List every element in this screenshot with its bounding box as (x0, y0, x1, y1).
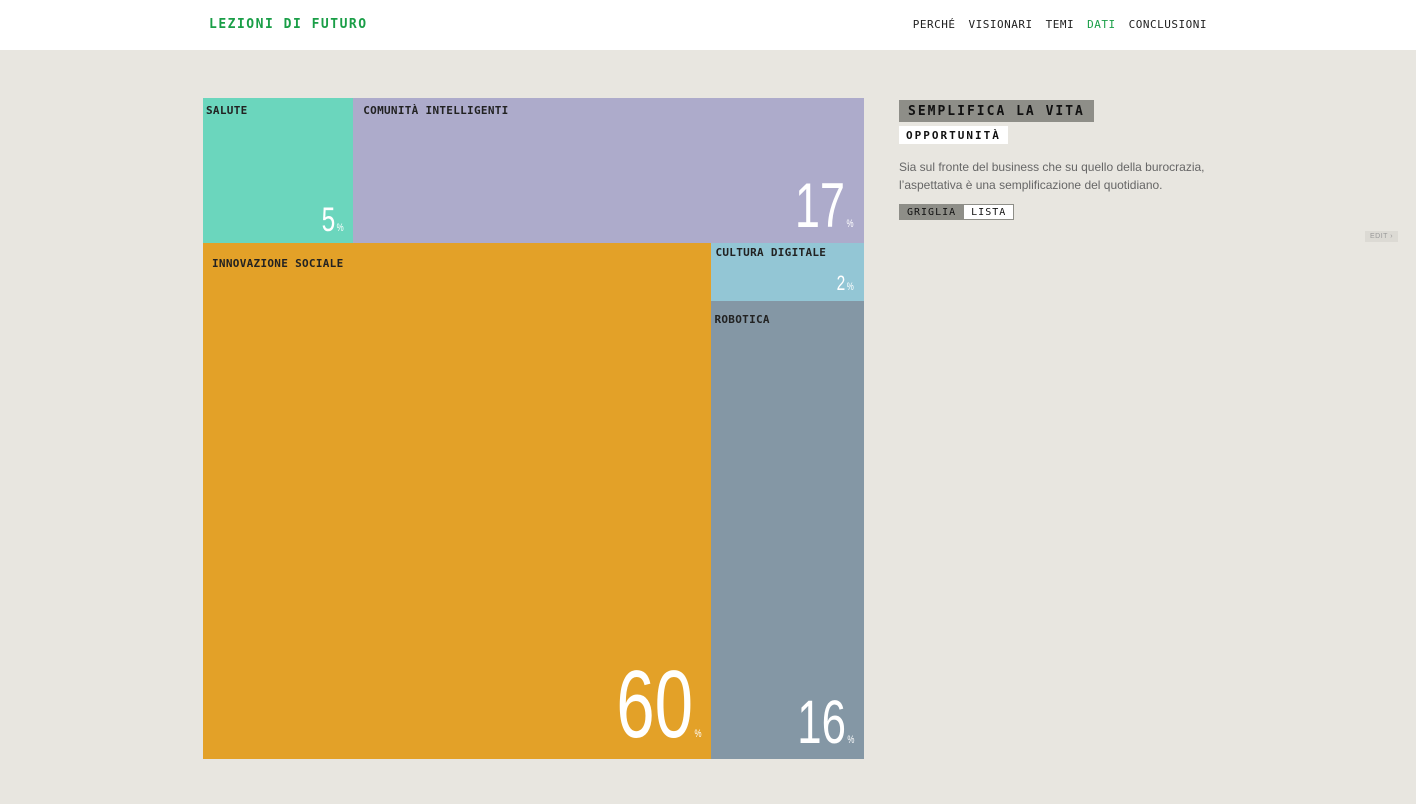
cell-value-number: 17 (795, 170, 846, 241)
cell-value-unit: % (694, 727, 702, 740)
list-view-button[interactable]: LISTA (964, 204, 1015, 220)
topic-panel: SEMPLIFICA LA VITA OPPORTUNITÀ Sia sul f… (899, 100, 1219, 220)
cell-value-number: 2 (836, 271, 846, 296)
treemap-chart: SALUTE 5% COMUNITÀ INTELLIGENTI 17% INNO… (203, 98, 864, 759)
main-nav: PERCHÉ VISIONARI TEMI DATI CONCLUSIONI (913, 18, 1207, 31)
treemap-cell-innovazione-sociale[interactable]: INNOVAZIONE SOCIALE 60% (203, 243, 712, 759)
cell-label: CULTURA DIGITALE (715, 246, 827, 260)
cell-value-number: 16 (796, 688, 846, 757)
nav-item-perche[interactable]: PERCHÉ (913, 18, 956, 31)
topic-title: SEMPLIFICA LA VITA (899, 100, 1094, 122)
nav-item-dati[interactable]: DATI (1087, 18, 1116, 31)
treemap-cell-robotica[interactable]: ROBOTICA 16% (711, 300, 864, 759)
cell-value: 2% (836, 271, 854, 296)
cell-value: 16% (797, 692, 854, 753)
nav-item-visionari[interactable]: VISIONARI (969, 18, 1033, 31)
cell-value-number: 5 (321, 201, 335, 240)
cell-value-unit: % (846, 281, 854, 294)
cell-label: COMUNITÀ INTELLIGENTI (363, 104, 509, 117)
treemap-cell-comunita-intelligenti[interactable]: COMUNITÀ INTELLIGENTI 17% (353, 98, 864, 244)
topic-subtitle: OPPORTUNITÀ (899, 126, 1008, 144)
cell-value-unit: % (846, 217, 854, 230)
cell-value: 5% (321, 203, 343, 237)
cell-value-unit: % (336, 222, 344, 235)
treemap-cell-salute[interactable]: SALUTE 5% (203, 98, 354, 244)
top-bar: LEZIONI DI FUTURO PERCHÉ VISIONARI TEMI … (0, 0, 1416, 50)
cell-value: 60% (616, 656, 702, 753)
cell-label: ROBOTICA (714, 312, 770, 326)
cell-value-unit: % (846, 734, 854, 747)
site-logo[interactable]: LEZIONI DI FUTURO (209, 17, 368, 32)
nav-item-conclusioni[interactable]: CONCLUSIONI (1129, 18, 1207, 31)
grid-view-button[interactable]: GRIGLIA (899, 204, 965, 220)
treemap-cell-cultura-digitale[interactable]: CULTURA DIGITALE 2% (711, 243, 864, 301)
cell-label: SALUTE (206, 104, 248, 117)
topic-description: Sia sul fronte del business che su quell… (899, 160, 1205, 192)
cell-value: 17% (795, 174, 854, 238)
cell-label: INNOVAZIONE SOCIALE (212, 257, 344, 271)
view-toggle: GRIGLIA LISTA (899, 204, 1219, 220)
nav-item-temi[interactable]: TEMI (1046, 18, 1075, 31)
edit-button[interactable]: EDIT › (1365, 231, 1399, 242)
cell-value-number: 60 (616, 650, 693, 758)
